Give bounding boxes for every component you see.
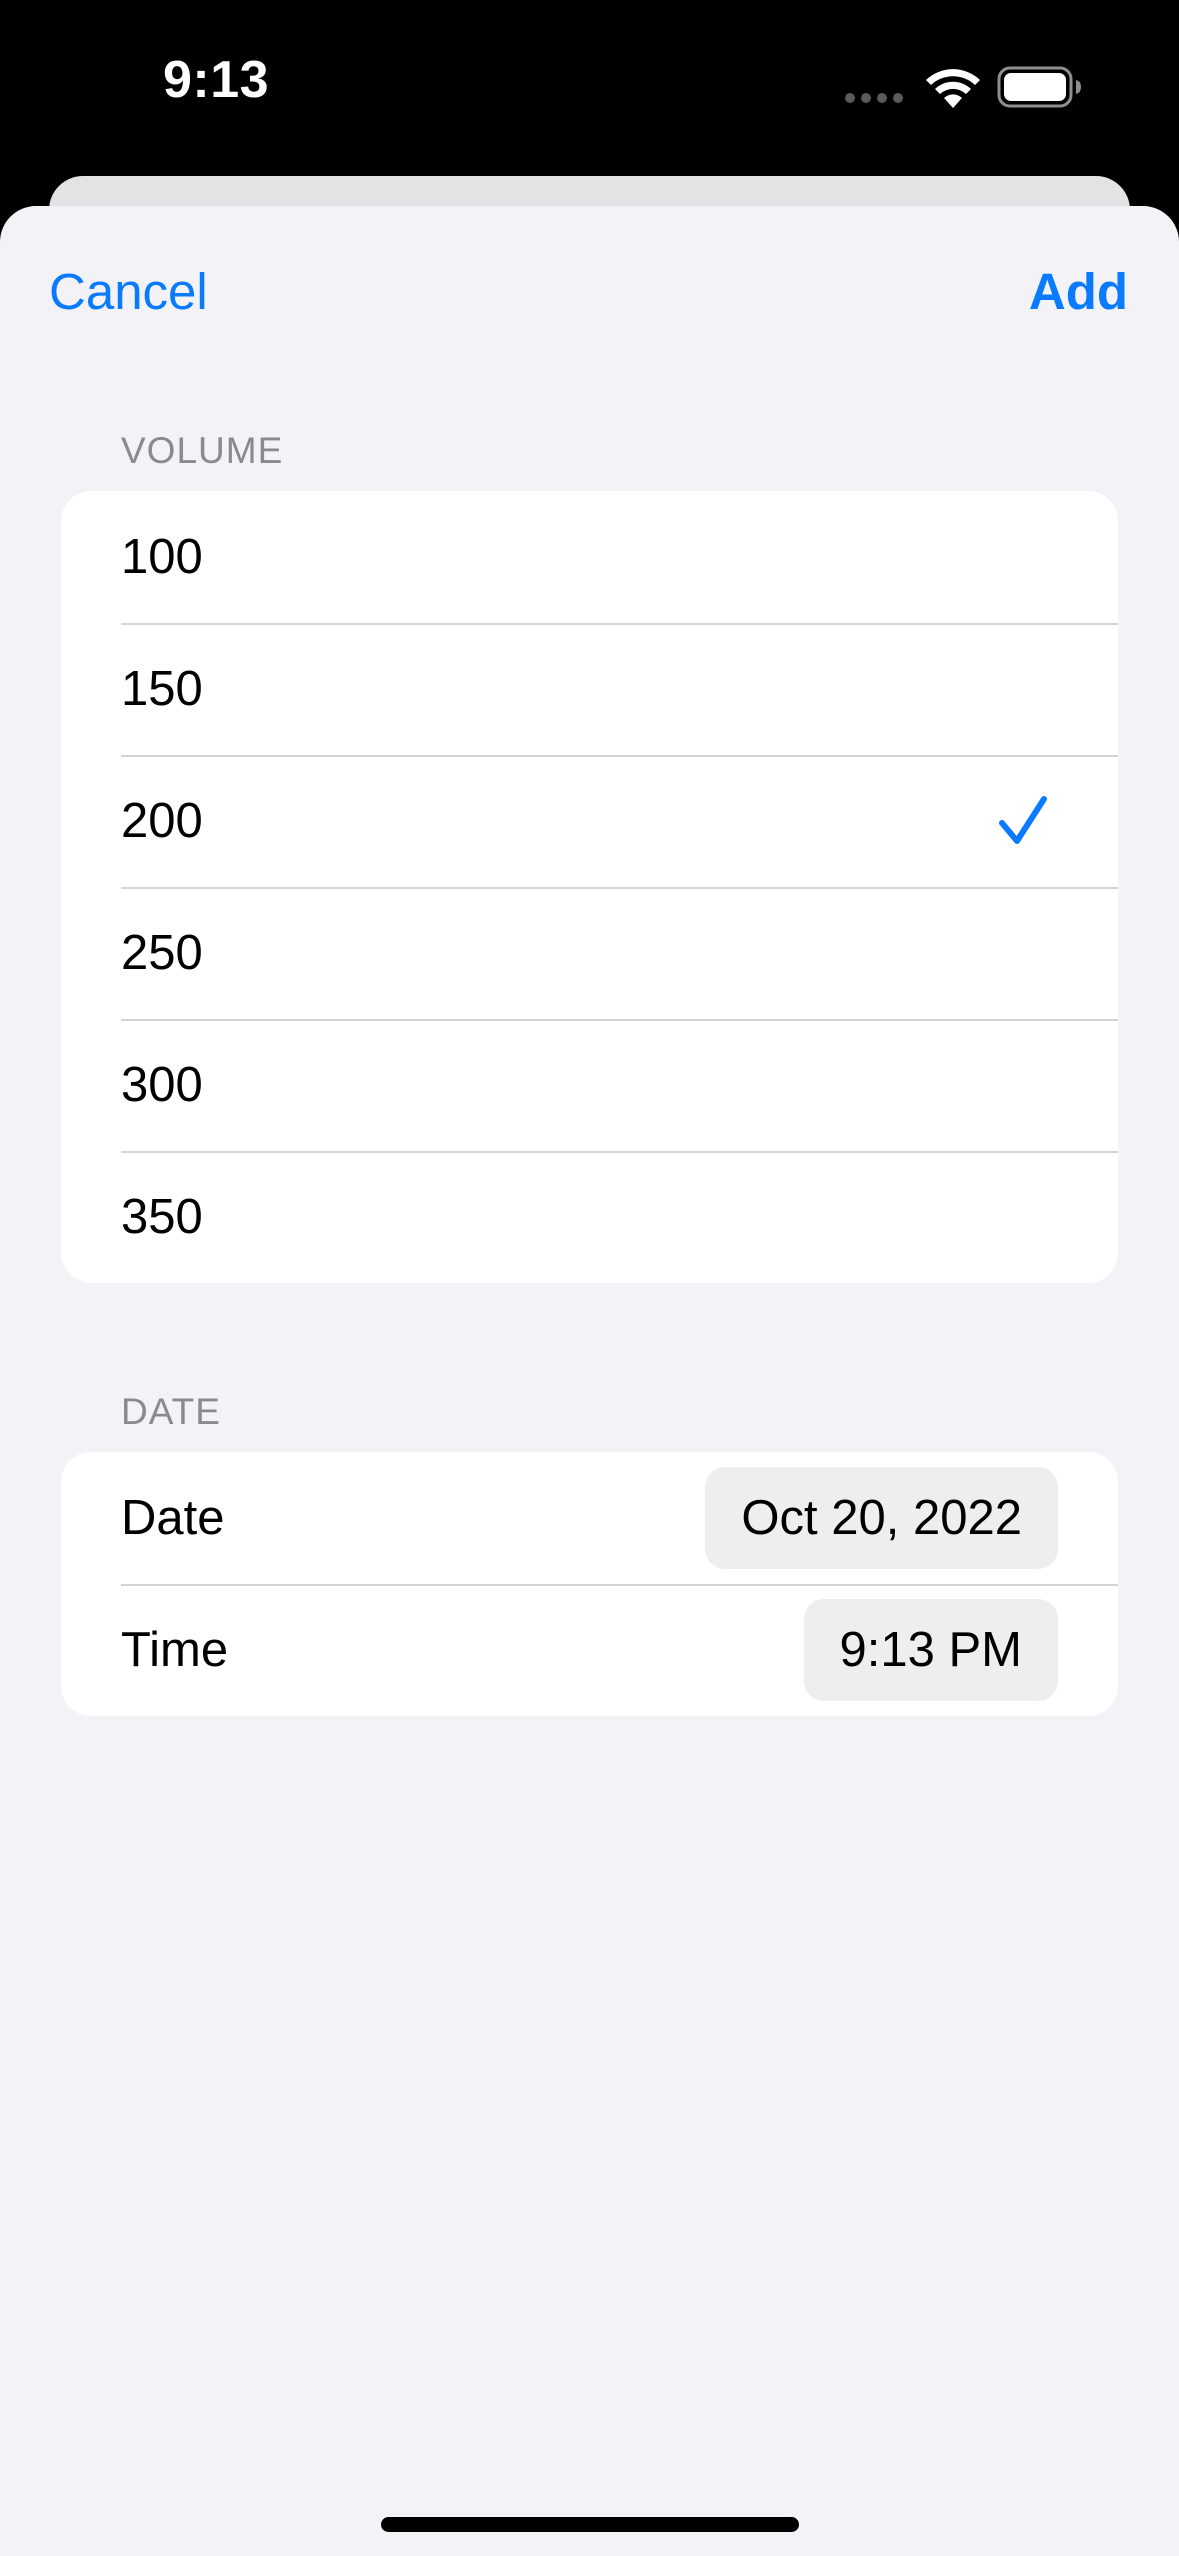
volume-option-label: 250 [121, 926, 203, 980]
volume-option-row[interactable]: 300 [61, 1019, 1118, 1151]
volume-section-header: VOLUME [121, 430, 284, 471]
time-row: Time 9:13 PM [61, 1584, 1118, 1716]
volume-option-label: 150 [121, 662, 203, 716]
date-picker-button[interactable]: Oct 20, 2022 [705, 1467, 1058, 1569]
add-button[interactable]: Add [1029, 262, 1128, 321]
volume-option-label: 350 [121, 1190, 203, 1244]
cancel-button[interactable]: Cancel [49, 262, 208, 321]
time-picker-button[interactable]: 9:13 PM [803, 1599, 1058, 1701]
volume-options-list: 100 150 200 250 300 350 [61, 491, 1118, 1283]
checkmark-icon [999, 796, 1047, 844]
volume-option-label: 200 [121, 794, 203, 848]
wifi-icon [926, 69, 980, 108]
volume-option-row[interactable]: 350 [61, 1151, 1118, 1283]
volume-option-row-selected[interactable]: 200 [61, 755, 1118, 887]
date-label: Date [121, 1491, 225, 1545]
date-row: Date Oct 20, 2022 [61, 1452, 1118, 1584]
cellular-signal-icon [845, 93, 905, 105]
date-time-group: Date Oct 20, 2022 Time 9:13 PM [61, 1452, 1118, 1716]
volume-option-row[interactable]: 250 [61, 887, 1118, 1019]
time-label: Time [121, 1623, 229, 1677]
volume-option-row[interactable]: 100 [61, 491, 1118, 623]
date-section-header: DATE [121, 1391, 221, 1432]
volume-option-row[interactable]: 150 [61, 623, 1118, 755]
volume-option-label: 100 [121, 530, 203, 584]
volume-option-label: 300 [121, 1058, 203, 1112]
status-time: 9:13 [163, 51, 270, 109]
status-bar: 9:13 [0, 0, 1179, 175]
home-indicator[interactable] [381, 2517, 799, 2532]
battery-icon [997, 66, 1081, 108]
